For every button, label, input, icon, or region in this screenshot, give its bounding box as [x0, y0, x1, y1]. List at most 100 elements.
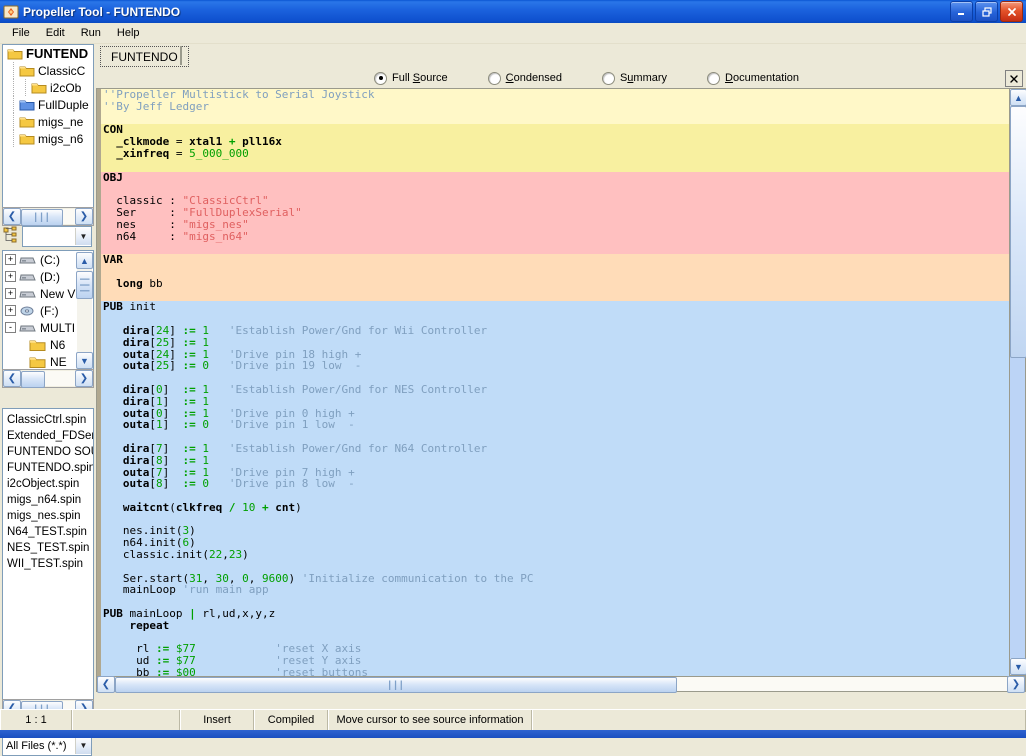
tree-guide [7, 79, 19, 96]
expander-icon[interactable]: + [5, 254, 16, 265]
radio-indicator[interactable] [487, 71, 501, 85]
chevron-down-icon[interactable]: ▼ [75, 227, 91, 245]
code-section-comment[interactable]: ''Propeller Multistick to Serial Joystic… [97, 89, 1009, 125]
menu-file[interactable]: File [4, 25, 38, 41]
scroll-left-button[interactable]: ❮ [3, 208, 21, 225]
scroll-right-button[interactable]: ❯ [75, 370, 93, 387]
list-item[interactable]: migs_n64.spin [3, 492, 93, 508]
tab-funtendo[interactable]: FUNTENDO [100, 46, 189, 67]
drive-tree[interactable]: + (C:) + (D:) + New V + (F:) - MULTI N6 … [2, 250, 94, 371]
tree-node-label: migs_n6 [38, 131, 84, 146]
maximize-button[interactable] [975, 1, 998, 22]
list-item[interactable]: i2cObject.spin [3, 476, 93, 492]
scroll-track[interactable] [21, 371, 75, 388]
expander-icon[interactable]: + [5, 271, 16, 282]
folder-icon [29, 355, 46, 369]
tab-separator [180, 46, 182, 65]
editor-area: ''Propeller Multistick to Serial Joystic… [96, 88, 1026, 693]
scroll-thumb[interactable]: ┃┃┃ [76, 271, 93, 299]
editor-vscrollbar[interactable]: ▲ ▼ [1009, 88, 1026, 676]
tree-node-label: migs_ne [38, 114, 84, 129]
scroll-thumb[interactable] [1010, 106, 1026, 358]
scroll-track[interactable]: ┃┃┃ [21, 209, 75, 226]
scroll-right-button[interactable]: ❯ [75, 208, 93, 225]
scroll-thumb[interactable]: ┃┃┃ [21, 209, 63, 226]
editor-hscrollbar[interactable]: ❮ ┃┃┃ ❯ [96, 675, 1026, 693]
radio-full-source[interactable]: Full Source [374, 71, 448, 85]
tree-node-migs-nes[interactable]: migs_ne [3, 113, 93, 130]
path-combo-row: ▼ [2, 225, 92, 247]
tree-guide [7, 62, 19, 79]
close-editor-button[interactable] [1005, 70, 1023, 87]
tree-node-funtendo[interactable]: FUNTEND [3, 45, 93, 62]
scroll-up-button[interactable]: ▲ [1010, 89, 1026, 106]
tree-select-icon[interactable] [2, 226, 22, 246]
code-section-pub[interactable]: PUB mainLoop | rl,ud,x,y,z repeat rl := … [97, 608, 1009, 676]
radio-summary[interactable]: Summary [601, 71, 667, 85]
source-code[interactable]: ''Propeller Multistick to Serial Joystic… [97, 89, 1009, 676]
minimize-button[interactable] [950, 1, 973, 22]
scroll-track[interactable]: ┃┃┃ [115, 677, 1007, 693]
list-item[interactable]: FUNTENDO.spin [3, 460, 93, 476]
drive-node-label: (D:) [40, 269, 60, 284]
drive-tree-vscrollbar[interactable]: ▲ ┃┃┃ ▼ [76, 252, 93, 369]
menu-help[interactable]: Help [109, 25, 148, 41]
expander-icon[interactable]: + [5, 288, 16, 299]
radio-condensed[interactable]: Condensed [487, 71, 562, 85]
object-tree[interactable]: FUNTEND ClassicC i2cOb FullDuple migs_ne… [2, 44, 94, 209]
tree-node-migs-n64[interactable]: migs_n6 [3, 130, 93, 147]
list-item[interactable]: migs_nes.spin [3, 508, 93, 524]
radio-indicator[interactable] [707, 71, 721, 85]
chevron-down-icon[interactable]: ▼ [75, 737, 91, 754]
window-title: Propeller Tool - FUNTENDO [23, 4, 181, 19]
radio-label: Full Source [392, 72, 448, 84]
scroll-thumb[interactable]: ┃┃┃ [115, 677, 677, 693]
tree-node-fullduplexserial[interactable]: FullDuple [3, 96, 93, 113]
drive-tree-hscrollbar[interactable]: ❮ ❯ [2, 369, 94, 388]
scroll-left-button[interactable]: ❮ [97, 675, 115, 693]
code-editor[interactable]: ''Propeller Multistick to Serial Joystic… [96, 88, 1009, 676]
scroll-up-button[interactable]: ▲ [76, 252, 93, 269]
tree-node-i2cobject[interactable]: i2cOb [3, 79, 93, 96]
expander-icon[interactable]: + [5, 305, 16, 316]
tree-guide [7, 96, 19, 113]
code-section-var[interactable]: VAR long bb [97, 254, 1009, 302]
menu-run[interactable]: Run [73, 25, 109, 41]
code-section-obj[interactable]: OBJ classic : "ClassicCtrl" Ser : "FullD… [97, 171, 1009, 255]
tree-node-classicctrl[interactable]: ClassicC [3, 62, 93, 79]
list-item[interactable]: WII_TEST.spin [3, 556, 93, 572]
code-section-con[interactable]: CON _clkmode = xtal1 + pll16x _xinfreq =… [97, 124, 1009, 172]
path-combo[interactable]: ▼ [22, 225, 92, 247]
radio-indicator[interactable] [374, 71, 387, 85]
list-item[interactable]: Extended_FDSeria [3, 428, 93, 444]
list-item[interactable]: N64_TEST.spin [3, 524, 93, 540]
radio-indicator[interactable] [601, 71, 615, 85]
scroll-right-button[interactable]: ❯ [1007, 675, 1025, 693]
scroll-thumb[interactable] [21, 371, 45, 388]
propeller-tool-window: Propeller Tool - FUNTENDO File Edit Run … [0, 0, 1026, 756]
close-button[interactable] [1000, 1, 1023, 22]
list-item[interactable]: ClassicCtrl.spin [3, 412, 93, 428]
status-insert-mode: Insert [180, 710, 254, 730]
menu-edit[interactable]: Edit [38, 25, 73, 41]
radio-documentation[interactable]: Documentation [707, 71, 800, 85]
status-hint: Move cursor to see source information [328, 710, 532, 730]
tree-node-label: FUNTEND [26, 46, 89, 61]
scroll-down-button[interactable]: ▼ [76, 352, 93, 369]
left-panel: FUNTEND ClassicC i2cOb FullDuple migs_ne… [0, 44, 94, 756]
code-section-pub[interactable]: PUB init dira[24] := 1 'Establish Power/… [97, 301, 1009, 609]
file-list[interactable]: ClassicCtrl.spin Extended_FDSeria FUNTEN… [2, 408, 94, 704]
list-item[interactable]: NES_TEST.spin [3, 540, 93, 556]
tab-strip: FUNTENDO [96, 44, 1026, 67]
file-filter-combo[interactable]: All Files (*.*) ▼ [2, 735, 92, 756]
scroll-left-button[interactable]: ❮ [3, 370, 21, 387]
drive-node-label: (C:) [40, 252, 60, 267]
list-item[interactable]: FUNTENDO SOUR [3, 444, 93, 460]
scroll-track[interactable] [1010, 106, 1026, 658]
expander-icon[interactable]: - [5, 322, 16, 333]
scroll-grip: ┃┃┃ [80, 276, 90, 294]
drive-node-label: New V [40, 286, 76, 301]
radio-label: Documentation [725, 72, 800, 84]
scroll-down-button[interactable]: ▼ [1010, 658, 1026, 675]
object-tree-hscrollbar[interactable]: ❮ ┃┃┃ ❯ [2, 207, 94, 226]
